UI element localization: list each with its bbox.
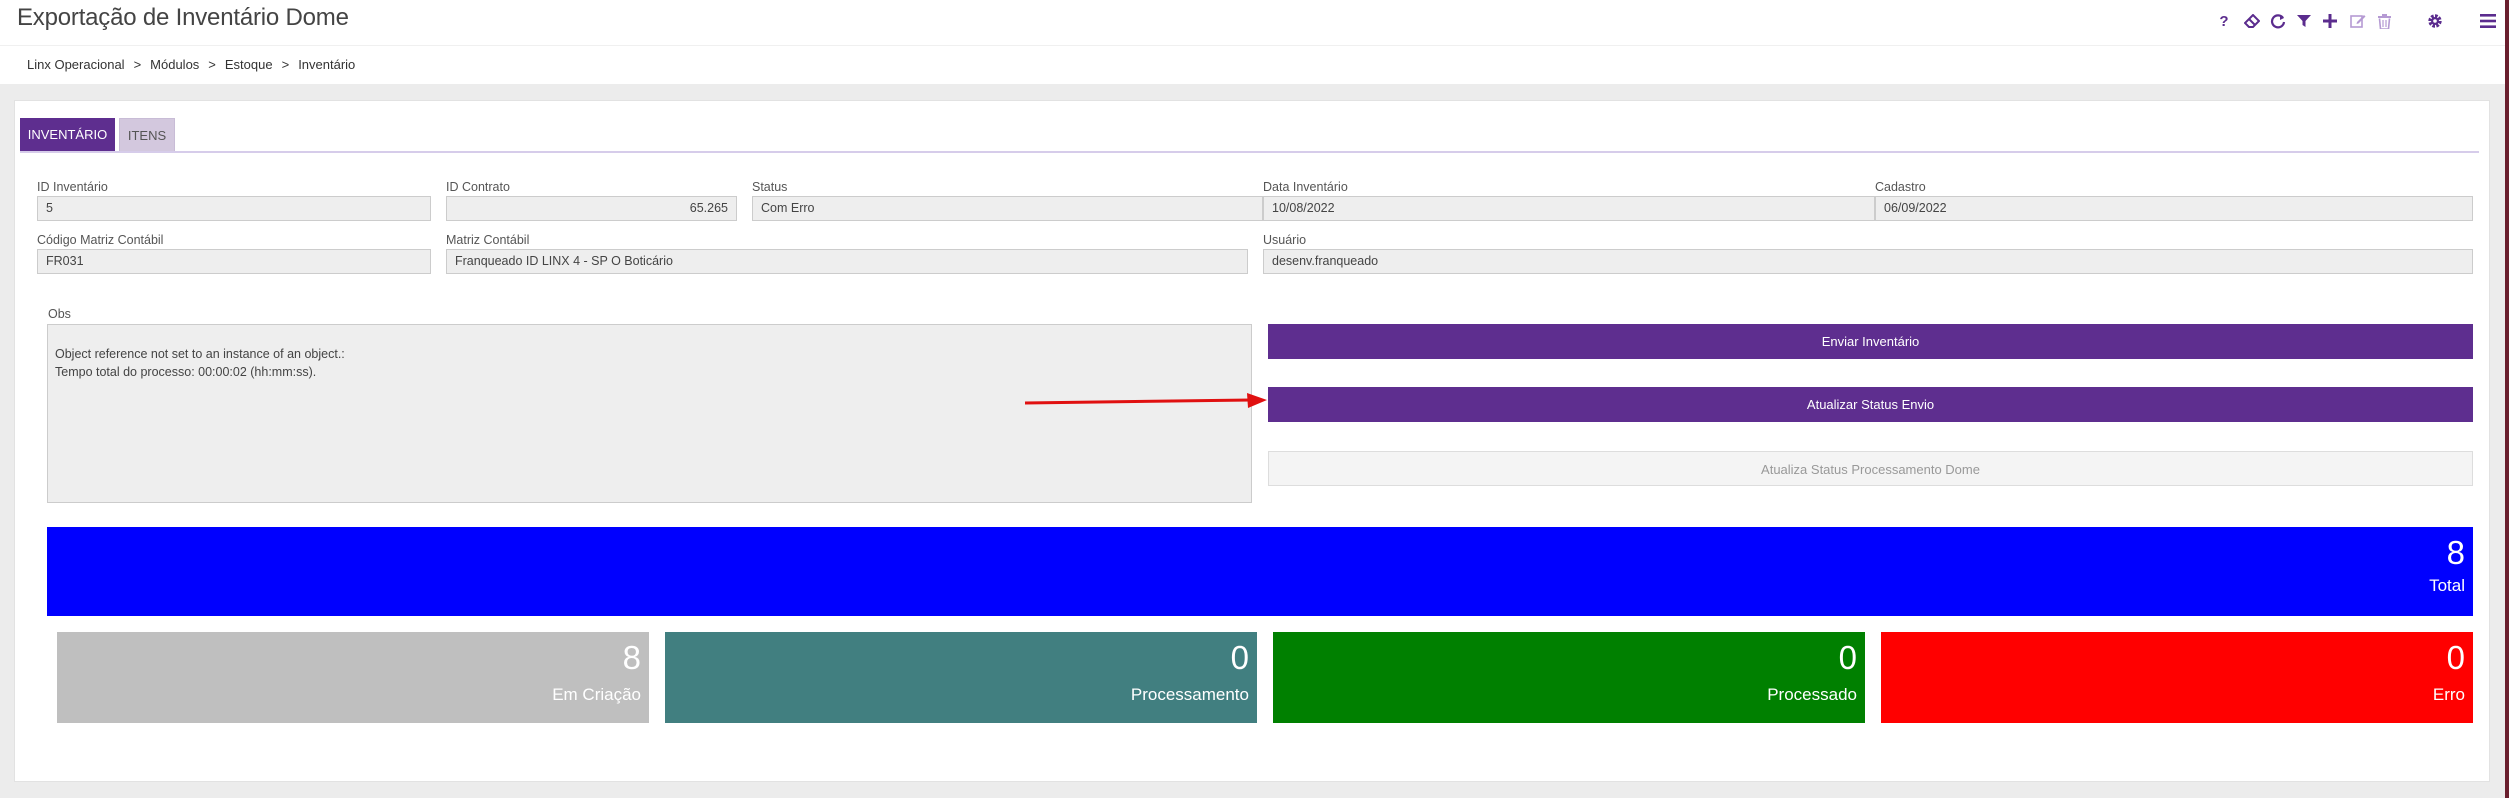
- breadcrumb-separator: >: [281, 57, 290, 72]
- stat-processado-label: Processado: [1767, 685, 1857, 704]
- breadcrumb: Linx Operacional > Módulos > Estoque > Inventá…: [27, 57, 355, 72]
- tab-inventario[interactable]: INVENTÁRIO: [20, 118, 115, 152]
- stat-card-em-criacao: 8 Em Criação: [57, 632, 649, 723]
- matriz-contabil-field[interactable]: Franqueado ID LINX 4 - SP O Boticário: [446, 249, 1248, 274]
- delete-icon[interactable]: [2369, 6, 2399, 36]
- breadcrumb-separator: >: [208, 57, 216, 72]
- breadcrumb-bar: Linx Operacional > Módulos > Estoque > Inventá…: [0, 46, 2505, 84]
- stat-total-label: Total: [2429, 576, 2465, 595]
- breadcrumb-item-estoque[interactable]: Estoque: [225, 57, 273, 72]
- usuario-label: Usuário: [1263, 233, 1307, 247]
- window-edge: [2505, 0, 2509, 798]
- breadcrumb-separator: >: [133, 57, 142, 72]
- id-inventario-label: ID Inventário: [37, 180, 108, 194]
- breadcrumb-item-linx-operacional[interactable]: Linx Operacional: [27, 57, 125, 72]
- stat-em-criacao-label: Em Criação: [552, 685, 641, 704]
- obs-label: Obs: [48, 307, 71, 321]
- breadcrumb-item-modulos[interactable]: Módulos: [150, 57, 199, 72]
- help-icon[interactable]: ?: [2209, 6, 2239, 36]
- obs-line: Tempo total do processo: 00:00:02 (hh:mm…: [55, 365, 317, 379]
- stat-card-erro: 0 Erro: [1881, 632, 2473, 723]
- id-contrato-label: ID Contrato: [446, 180, 510, 194]
- cadastro-label: Cadastro: [1875, 180, 1926, 194]
- obs-line: Object reference not set to an instance …: [55, 347, 345, 361]
- matriz-contabil-label: Matriz Contábil: [446, 233, 530, 247]
- usuario-field[interactable]: desenv.franqueado: [1263, 249, 2473, 274]
- codigo-matriz-label: Código Matriz Contábil: [37, 233, 164, 247]
- add-icon[interactable]: [2315, 6, 2345, 36]
- atualizar-status-envio-button[interactable]: Atualizar Status Envio: [1268, 387, 2473, 422]
- tab-divider: [20, 151, 2479, 153]
- stat-erro-label: Erro: [2432, 685, 2465, 704]
- stat-total-value: 8: [2446, 534, 2465, 571]
- menu-icon[interactable]: [2473, 6, 2503, 36]
- stat-card-processado: 0 Processado: [1273, 632, 1865, 723]
- settings-icon[interactable]: [2420, 6, 2450, 36]
- stat-em-criacao-value: 8: [622, 639, 641, 676]
- breadcrumb-item-inventario[interactable]: Inventário: [298, 57, 355, 72]
- enviar-inventario-button[interactable]: Enviar Inventário: [1268, 324, 2473, 359]
- top-bar: Exportação de Inventário Dome ?: [0, 0, 2505, 46]
- stat-processado-value: 0: [1838, 639, 1857, 676]
- status-field[interactable]: Com Erro: [752, 196, 1263, 221]
- stat-card-processamento: 0 Processamento: [665, 632, 1257, 723]
- codigo-matriz-field[interactable]: FR031: [37, 249, 431, 274]
- id-inventario-field[interactable]: 5: [37, 196, 431, 221]
- stat-card-total: 8 Total: [47, 527, 2473, 616]
- page-title: Exportação de Inventário Dome: [17, 4, 349, 31]
- atualiza-status-processamento-button[interactable]: Atualiza Status Processamento Dome: [1268, 451, 2473, 486]
- stat-processamento-value: 0: [1230, 639, 1249, 676]
- cadastro-field[interactable]: 06/09/2022: [1875, 196, 2473, 221]
- id-contrato-field[interactable]: 65.265: [446, 196, 737, 221]
- data-inventario-label: Data Inventário: [1263, 180, 1348, 194]
- status-label: Status: [752, 180, 788, 194]
- annotation-arrow-icon: [1024, 393, 1267, 408]
- data-inventario-field[interactable]: 10/08/2022: [1263, 196, 1875, 221]
- stat-processamento-label: Processamento: [1130, 685, 1249, 704]
- main-panel: INVENTÁRIO ITENS ID Inventário 5 ID Cont…: [14, 100, 2490, 782]
- stat-erro-value: 0: [2446, 639, 2465, 676]
- tab-itens[interactable]: ITENS: [119, 118, 175, 152]
